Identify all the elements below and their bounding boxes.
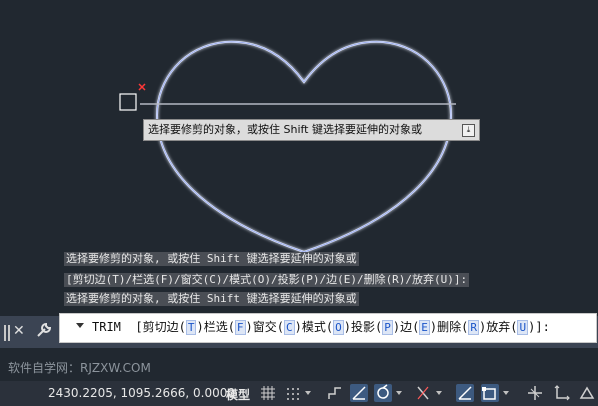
annotation-visibility-icon[interactable]: [526, 384, 544, 402]
trim-tooltip: 选择要修剪的对象，或按住 Shift 键选择要延伸的对象或 ⤓: [143, 119, 480, 141]
tooltip-text: 选择要修剪的对象，或按住 Shift 键选择要延伸的对象或: [148, 123, 422, 136]
history-line-2: [剪切边(T)/栏选(F)/窗交(C)/模式(O)/投影(P)/边(E)/删除(…: [64, 273, 470, 287]
scale-icon[interactable]: [578, 384, 596, 402]
option-crossing[interactable]: 窗交(C): [253, 314, 302, 340]
option-mode[interactable]: 模式(O): [302, 314, 351, 340]
selection-cycling-icon[interactable]: [481, 384, 499, 402]
option-erase[interactable]: 删除(R): [437, 314, 486, 340]
download-icon[interactable]: ⤓: [462, 124, 475, 137]
history-line-1: 选择要修剪的对象, 或按住 Shift 键选择要延伸的对象或: [64, 252, 359, 266]
polar-tracking-icon[interactable]: [350, 384, 368, 402]
heart-outline[interactable]: [155, 40, 453, 254]
chevron-down-icon[interactable]: [76, 323, 84, 328]
lineweight-dropdown-icon[interactable]: [436, 391, 442, 395]
osnap-dropdown-icon[interactable]: [396, 391, 402, 395]
close-icon[interactable]: ✕: [13, 323, 25, 339]
option-cutting-edge[interactable]: 剪切边(T): [143, 314, 204, 340]
ucs-icon[interactable]: [553, 384, 571, 402]
command-suffix: ]:: [535, 320, 550, 334]
snap-icon[interactable]: [284, 384, 302, 402]
snap-dropdown-icon[interactable]: [305, 391, 311, 395]
pickbox-cursor: [119, 93, 137, 111]
option-fence[interactable]: 栏选(F): [204, 314, 253, 340]
object-snap-tracking-icon[interactable]: [374, 384, 392, 402]
option-project[interactable]: 投影(P): [351, 314, 400, 340]
ortho-icon[interactable]: [326, 384, 344, 402]
lineweight-icon[interactable]: [414, 384, 432, 402]
command-name: TRIM: [92, 320, 121, 334]
drag-handle-icon[interactable]: [4, 325, 10, 341]
option-undo[interactable]: 放弃(U): [486, 314, 535, 340]
history-line-3: 选择要修剪的对象, 或按住 Shift 键选择要延伸的对象或: [64, 292, 359, 306]
delete-marker-icon: [138, 83, 146, 91]
coordinates-readout: 2430.2205, 1095.2666, 0.0000: [48, 386, 236, 400]
option-edge[interactable]: 边(E): [400, 314, 437, 340]
selection-dropdown-icon[interactable]: [503, 391, 509, 395]
watermark: 软件自学网：RJZXW.COM: [8, 361, 151, 375]
wrench-icon[interactable]: [36, 322, 52, 338]
model-space-button[interactable]: 模型: [226, 386, 250, 403]
command-line-input[interactable]: TRIM [剪切边(T) 栏选(F) 窗交(C) 模式(O) 投影(P) 边(E…: [59, 313, 597, 343]
dynamic-input-icon[interactable]: [456, 384, 474, 402]
grid-icon[interactable]: [259, 384, 277, 402]
